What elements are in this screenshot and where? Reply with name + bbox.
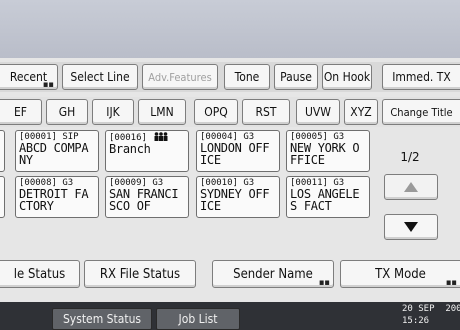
destination-name: LONDON OFF ICE — [200, 141, 270, 167]
sender-name-button[interactable]: Sender Name ▪▪ — [212, 260, 334, 288]
tone-button[interactable]: Tone — [224, 64, 270, 90]
tab-rst[interactable]: RST — [242, 99, 290, 125]
rx-file-status-tab[interactable]: RX File Status — [84, 260, 196, 288]
destination-name: LOS ANGELE S FACT — [290, 187, 360, 213]
tab-ijk[interactable]: IJK — [92, 99, 134, 125]
tab-xyz[interactable]: XYZ — [344, 99, 378, 125]
date-time-display: 20 SEP 2007 15:26 — [402, 303, 460, 327]
destination-name: Branch — [109, 142, 151, 156]
tab-opq[interactable]: OPQ — [194, 99, 238, 125]
group-people-icon — [154, 132, 168, 141]
page-indicator: 1/2 — [400, 150, 420, 164]
next-page-button[interactable] — [384, 214, 438, 240]
destination-name: DETROIT FA CTORY — [19, 187, 89, 213]
previous-page-button[interactable] — [384, 174, 438, 200]
tab-ef[interactable]: EF — [0, 99, 42, 125]
change-title-button[interactable]: Change Title — [382, 99, 460, 125]
destination-cell[interactable]: [00004] G3 LONDON OFF ICE — [196, 130, 280, 172]
tab-lmn[interactable]: LMN — [138, 99, 186, 125]
date-text: 20 SEP 2007 — [402, 304, 460, 314]
tab-gh[interactable]: GH — [46, 99, 88, 125]
destination-cell-partial[interactable] — [0, 130, 5, 172]
message-area — [0, 0, 460, 58]
file-status-tab[interactable]: le Status — [0, 260, 80, 288]
tab-uvw[interactable]: UVW — [296, 99, 340, 125]
destination-name: SYDNEY OFF ICE — [200, 187, 270, 213]
destination-cell[interactable]: [00005] G3 NEW YORK O FFICE — [286, 130, 370, 172]
destination-cell[interactable]: [00008] G3 DETROIT FA CTORY — [15, 176, 99, 218]
destination-cell[interactable]: [00001] SIP ABCD COMPA NY — [15, 130, 99, 172]
destination-name: ABCD COMPA NY — [19, 141, 89, 167]
recent-button[interactable]: Recent ▪▪ — [0, 64, 58, 90]
destination-cell[interactable]: [00011] G3 LOS ANGELE S FACT — [286, 176, 370, 218]
immed-tx-button[interactable]: Immed. TX — [382, 64, 460, 90]
on-hook-button[interactable]: On Hook — [322, 64, 372, 90]
triangle-down-icon — [404, 222, 418, 232]
time-text: 15:26 — [402, 316, 430, 326]
system-status-button[interactable]: System Status — [52, 308, 152, 330]
adv-features-button[interactable]: Adv.Features — [142, 64, 218, 90]
select-line-button[interactable]: Select Line — [62, 64, 138, 90]
destination-cell[interactable]: [00010] G3 SYDNEY OFF ICE — [196, 176, 280, 218]
destination-cell[interactable]: [00009] G3 SAN FRANCI SCO OF — [105, 176, 189, 218]
pause-button[interactable]: Pause — [274, 64, 318, 90]
tx-mode-button[interactable]: TX Mode ▪▪ — [340, 260, 460, 288]
destination-cell-partial[interactable] — [0, 176, 5, 218]
destination-name: NEW YORK O FFICE — [290, 141, 360, 167]
destination-cell[interactable]: [00016] Branch — [105, 130, 189, 172]
job-list-button[interactable]: Job List — [156, 308, 240, 330]
destination-name: SAN FRANCI SCO OF — [109, 187, 179, 213]
triangle-up-icon — [404, 182, 418, 192]
